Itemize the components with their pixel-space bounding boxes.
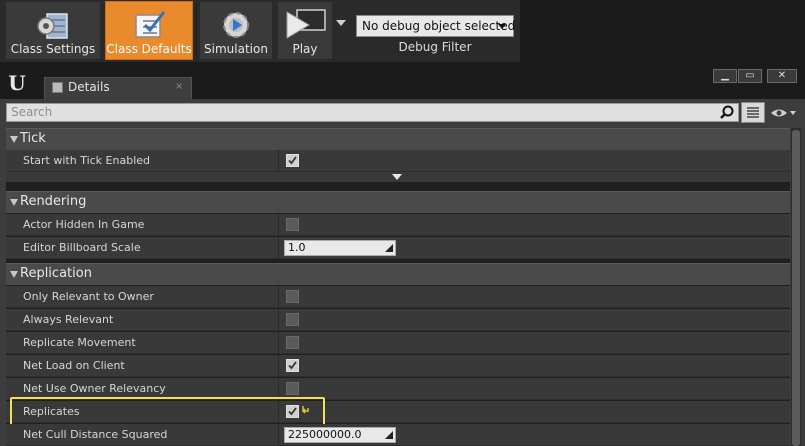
property-row: Start with Tick Enabled bbox=[6, 150, 790, 172]
net-cull-distance-squared-input[interactable]: 225000000.0 bbox=[284, 427, 396, 443]
number-value: 1.0 bbox=[288, 241, 306, 254]
highlight-box bbox=[10, 397, 325, 426]
property-row: Replicates bbox=[6, 397, 790, 426]
maximize-button[interactable]: ▭ bbox=[738, 69, 762, 83]
class-settings-label: Class Settings bbox=[10, 42, 96, 56]
class-defaults-button[interactable]: Class Defaults bbox=[105, 1, 193, 60]
number-value: 225000000.0 bbox=[288, 428, 362, 441]
details-tab-icon bbox=[52, 82, 63, 93]
play-options-dropdown-icon[interactable] bbox=[336, 20, 346, 26]
class-defaults-label: Class Defaults bbox=[106, 42, 192, 56]
property-label: Net Cull Distance Squared bbox=[23, 428, 168, 441]
always-relevant-checkbox[interactable] bbox=[286, 313, 299, 326]
expand-arrow-icon bbox=[392, 174, 402, 180]
close-window-button[interactable]: ✕ bbox=[767, 69, 797, 83]
replicate-movement-checkbox[interactable] bbox=[286, 336, 299, 349]
column-divider[interactable] bbox=[278, 237, 279, 259]
start-with-tick-enabled-checkbox[interactable] bbox=[286, 154, 299, 167]
category-tick[interactable]: Tick bbox=[6, 128, 790, 150]
collapse-arrow-icon bbox=[10, 199, 18, 206]
editor-billboard-scale-input[interactable]: 1.0 bbox=[284, 240, 396, 256]
column-divider[interactable] bbox=[278, 150, 279, 172]
property-label: Net Use Owner Relevancy bbox=[23, 382, 166, 395]
checklist-icon bbox=[135, 11, 166, 38]
category-replication[interactable]: Replication bbox=[6, 263, 790, 285]
column-divider[interactable] bbox=[278, 214, 279, 236]
column-divider[interactable] bbox=[278, 355, 279, 377]
net-load-on-client-checkbox[interactable] bbox=[286, 359, 299, 372]
column-divider[interactable] bbox=[278, 286, 279, 308]
collapse-arrow-icon bbox=[10, 136, 18, 143]
details-tab-label: Details bbox=[68, 80, 110, 94]
column-divider[interactable] bbox=[278, 424, 279, 446]
checkmark-icon bbox=[288, 361, 297, 370]
property-row: Always Relevant bbox=[6, 309, 790, 331]
chevron-down-icon bbox=[498, 24, 506, 29]
actor-hidden-in-game-checkbox[interactable] bbox=[286, 218, 299, 231]
property-matrix-button[interactable] bbox=[741, 102, 765, 123]
only-relevant-to-owner-checkbox[interactable] bbox=[286, 290, 299, 303]
net-use-owner-relevancy-checkbox[interactable] bbox=[286, 382, 299, 395]
category-rendering[interactable]: Rendering bbox=[6, 191, 790, 213]
eye-visibility-icon[interactable] bbox=[770, 106, 796, 120]
property-row: Only Relevant to Owner bbox=[6, 286, 790, 308]
property-label: Replicate Movement bbox=[23, 336, 136, 349]
column-divider[interactable] bbox=[278, 332, 279, 354]
property-row: Net Load on Client bbox=[6, 355, 790, 377]
advanced-expander[interactable] bbox=[6, 172, 790, 182]
property-row: Replicate Movement bbox=[6, 332, 790, 354]
category-label: Rendering bbox=[20, 194, 87, 209]
property-row: Editor Billboard Scale 1.0 bbox=[6, 237, 790, 259]
category-label: Replication bbox=[20, 266, 92, 281]
debug-filter-label: Debug Filter bbox=[398, 40, 472, 54]
property-row: Actor Hidden In Game bbox=[6, 214, 790, 236]
resize-handle-icon[interactable] bbox=[385, 431, 393, 439]
property-label: Always Relevant bbox=[23, 313, 114, 326]
toolbar-separator bbox=[196, 4, 197, 58]
details-property-list: Tick Start with Tick Enabled Rendering A… bbox=[6, 128, 790, 446]
tab-details[interactable] bbox=[44, 77, 192, 100]
property-label: Actor Hidden In Game bbox=[23, 218, 145, 231]
simulation-label: Simulation bbox=[204, 42, 268, 56]
category-label: Tick bbox=[20, 131, 46, 146]
resize-handle-icon[interactable] bbox=[385, 244, 393, 252]
list-view-icon bbox=[747, 107, 759, 118]
simulation-icon bbox=[223, 12, 249, 38]
property-label: Editor Billboard Scale bbox=[23, 241, 141, 254]
property-label: Start with Tick Enabled bbox=[23, 154, 151, 167]
search-input[interactable] bbox=[6, 103, 739, 122]
unreal-logo-icon: U bbox=[8, 71, 26, 95]
property-label: Only Relevant to Owner bbox=[23, 290, 154, 303]
scrollbar-thumb[interactable] bbox=[792, 130, 800, 446]
close-tab-icon[interactable]: × bbox=[175, 81, 183, 92]
checkmark-icon bbox=[288, 156, 297, 165]
class-settings-button[interactable]: Class Settings bbox=[5, 1, 101, 60]
search-icon[interactable] bbox=[720, 105, 734, 119]
search-placeholder: Search bbox=[11, 105, 53, 119]
toolbar-empty-area bbox=[520, 0, 805, 62]
debug-object-select[interactable]: No debug object selected bbox=[356, 15, 515, 37]
play-label: Play bbox=[292, 42, 318, 56]
column-divider[interactable] bbox=[278, 309, 279, 331]
simulation-button[interactable]: Simulation bbox=[199, 1, 273, 60]
property-row: Net Cull Distance Squared 225000000.0 bbox=[6, 424, 790, 446]
play-icon bbox=[286, 9, 326, 39]
class-settings-icon bbox=[37, 13, 68, 39]
play-button[interactable]: Play bbox=[277, 1, 333, 60]
collapse-arrow-icon bbox=[10, 271, 18, 278]
minimize-button[interactable]: ▁ bbox=[713, 69, 737, 83]
property-label: Net Load on Client bbox=[23, 359, 125, 372]
